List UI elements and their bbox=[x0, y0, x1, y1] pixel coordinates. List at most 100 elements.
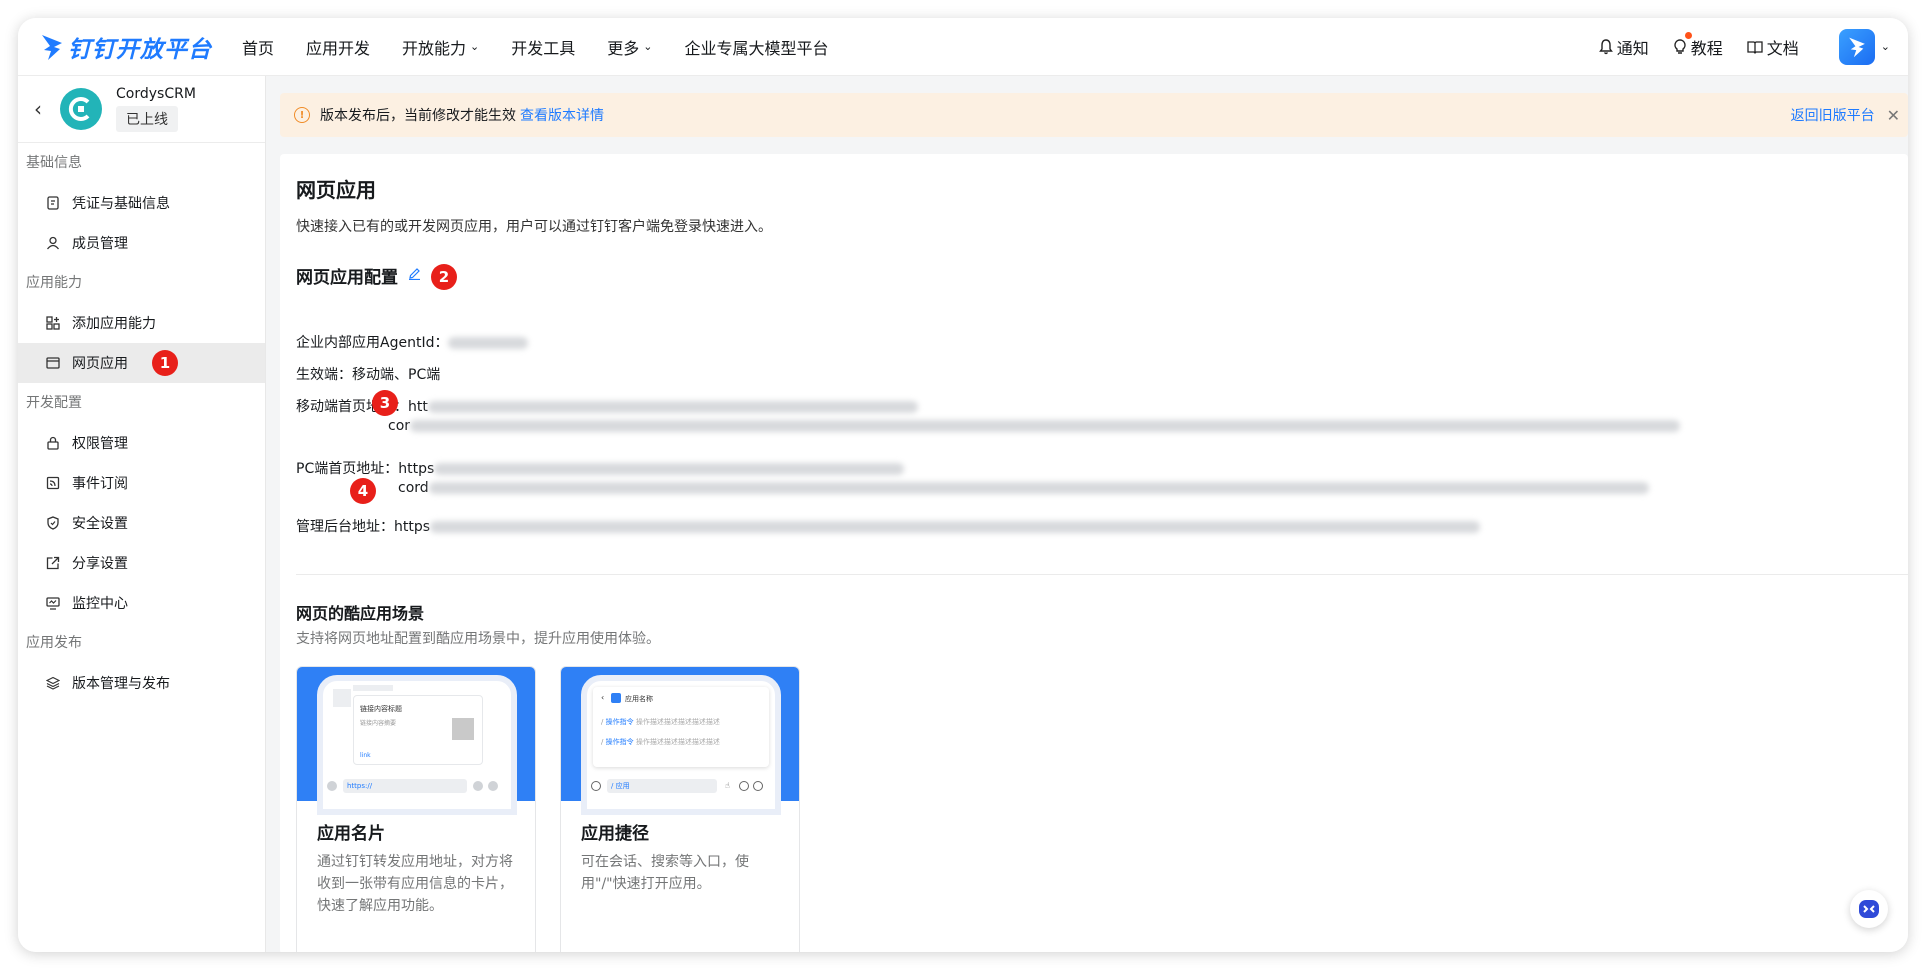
config-title-text: 网页应用配置 bbox=[296, 267, 398, 288]
admin-url-blurred bbox=[430, 521, 1481, 533]
sidebar-item-permissions[interactable]: 权限管理 bbox=[18, 423, 265, 463]
chevron-down-icon: ⌄ bbox=[643, 40, 653, 53]
sidebar-item-events[interactable]: 事件订阅 bbox=[18, 463, 265, 503]
phone-mockup: 链接内容标题 链接内容摘要 link https:// bbox=[317, 675, 517, 815]
nav-home-label: 首页 bbox=[242, 38, 275, 58]
mock-input: https:// bbox=[343, 779, 467, 793]
sidebar-item-label: 网页应用 bbox=[72, 356, 128, 372]
scene-preview-app-card: 链接内容标题 链接内容摘要 link https:// bbox=[297, 667, 535, 815]
mock-name bbox=[353, 685, 393, 691]
chevron-down-icon: ⌄ bbox=[470, 40, 480, 53]
mobile-url-row-2: cor bbox=[388, 418, 1681, 434]
sidebar: ‹ CordysCRM 已上线 基础信息 凭证与基础信息 成员管理 应用能力 添… bbox=[18, 76, 266, 952]
main-nav: 首页 应用开发 开放能力 ⌄ 开发工具 更多 ⌄ 企业专属大模型平台 bbox=[242, 35, 861, 59]
sidebar-item-label: 添加应用能力 bbox=[72, 316, 156, 332]
nav-app-dev[interactable]: 应用开发 bbox=[306, 35, 370, 59]
config-section-title: 网页应用配置 2 bbox=[296, 262, 457, 290]
nav-dev-tools[interactable]: 开发工具 bbox=[511, 35, 575, 59]
release-notice-bar: ! 版本发布后，当前修改才能生效 查看版本详情 返回旧版平台 ✕ bbox=[280, 93, 1908, 137]
dingtalk-logo[interactable]: 钉钉开放平台 bbox=[40, 30, 212, 64]
sidebar-item-members[interactable]: 成员管理 bbox=[18, 223, 265, 263]
scene-title-app-shortcut: 应用捷径 bbox=[581, 824, 649, 844]
event-subscribe-icon bbox=[46, 476, 60, 490]
bell-icon bbox=[1598, 38, 1613, 54]
sidebar-item-label: 版本管理与发布 bbox=[72, 676, 170, 692]
nav-more[interactable]: 更多 ⌄ bbox=[607, 35, 652, 59]
sidebar-item-web-app[interactable]: 网页应用 1 bbox=[18, 343, 265, 383]
sidebar-item-label: 凭证与基础信息 bbox=[72, 196, 170, 212]
sidebar-item-version[interactable]: 版本管理与发布 bbox=[18, 663, 265, 703]
platform-row: 生效端：移动端、PC端 bbox=[296, 367, 441, 383]
sidebar-item-label: 成员管理 bbox=[72, 236, 128, 252]
nav-enterprise-llm[interactable]: 企业专属大模型平台 bbox=[685, 35, 829, 59]
page-title: 网页应用 bbox=[296, 178, 376, 202]
edit-pencil-icon[interactable] bbox=[408, 267, 421, 284]
sidebar-item-security[interactable]: 安全设置 bbox=[18, 503, 265, 543]
mock-command-row-1: / 操作指令 操作描述描述描述描述描述 bbox=[601, 718, 720, 726]
agentid-value-blurred bbox=[448, 337, 529, 349]
annotation-badge-2: 2 bbox=[431, 264, 457, 290]
notify-button[interactable]: 通知 bbox=[1598, 35, 1649, 59]
mock-card-thumb bbox=[452, 718, 474, 740]
mobile-url-prefix: htt bbox=[408, 399, 428, 415]
admin-url-prefix: https bbox=[394, 519, 431, 535]
apps-plus-icon bbox=[46, 316, 60, 330]
tutorial-button[interactable]: 教程 bbox=[1673, 31, 1723, 59]
group-label-dev-config: 开发配置 bbox=[26, 395, 82, 411]
back-to-old-platform-link[interactable]: 返回旧版平台 bbox=[1791, 105, 1875, 125]
user-icon bbox=[46, 236, 60, 250]
nav-open-ability-label: 开放能力 bbox=[402, 38, 467, 58]
unread-dot bbox=[1684, 31, 1692, 39]
mock-card-title: 链接内容标题 bbox=[360, 705, 402, 713]
docs-button[interactable]: 文档 bbox=[1747, 35, 1799, 59]
nav-home[interactable]: 首页 bbox=[242, 35, 274, 59]
agentid-row: 企业内部应用AgentId： bbox=[296, 332, 529, 352]
sidebar-item-label: 事件订阅 bbox=[72, 476, 128, 492]
book-icon bbox=[1747, 40, 1763, 54]
nav-open-ability[interactable]: 开放能力 ⌄ bbox=[402, 35, 479, 59]
assistant-float-button[interactable] bbox=[1850, 890, 1888, 928]
scene-card-app-shortcut[interactable]: ‹ 应用名称 / 操作指令 操作描述描述描述描述描述 / 操作指令 操作描述描述… bbox=[560, 666, 800, 952]
pc-url-blurred-2 bbox=[428, 482, 1649, 494]
admin-url-row: 管理后台地址：https bbox=[296, 516, 1481, 536]
main-content: ! 版本发布后，当前修改才能生效 查看版本详情 返回旧版平台 ✕ 网页应用 快速… bbox=[266, 76, 1908, 952]
sidebar-item-label: 监控中心 bbox=[72, 596, 128, 612]
nav-more-label: 更多 bbox=[607, 38, 640, 58]
phone-mockup: ‹ 应用名称 / 操作指令 操作描述描述描述描述描述 / 操作指令 操作描述描述… bbox=[581, 675, 781, 815]
assistant-icon bbox=[1859, 900, 1879, 918]
mobile-url-blurred-2 bbox=[410, 420, 1681, 432]
group-label-release: 应用发布 bbox=[26, 635, 82, 651]
notice-text: 版本发布后，当前修改才能生效 bbox=[320, 108, 516, 124]
nav-dev-tools-label: 开发工具 bbox=[511, 38, 576, 58]
close-icon[interactable]: ✕ bbox=[1887, 106, 1900, 125]
sidebar-item-add-capability[interactable]: 添加应用能力 bbox=[18, 303, 265, 343]
app-window: 钉钉开放平台 首页 应用开发 开放能力 ⌄ 开发工具 更多 ⌄ 企业专属大模型平台 … bbox=[18, 18, 1908, 952]
agentid-label: 企业内部应用AgentId： bbox=[296, 335, 449, 351]
page-description: 快速接入已有的或开发网页应用，用户可以通过钉钉客户端免登录快速进入。 bbox=[296, 219, 772, 235]
mock-app-icon bbox=[611, 693, 621, 703]
view-version-link[interactable]: 查看版本详情 bbox=[520, 105, 604, 125]
pc-url-prefix-2: cord bbox=[398, 480, 429, 496]
sidebar-item-credentials[interactable]: 凭证与基础信息 bbox=[18, 183, 265, 223]
admin-url-label: 管理后台地址： bbox=[296, 519, 394, 535]
nav-enterprise-llm-label: 企业专属大模型平台 bbox=[684, 38, 829, 58]
warning-icon: ! bbox=[294, 107, 310, 123]
lightbulb-icon bbox=[1674, 38, 1686, 54]
sidebar-item-share[interactable]: 分享设置 bbox=[18, 543, 265, 583]
pc-url-row-2: cord bbox=[398, 480, 1649, 496]
notify-label: 通知 bbox=[1616, 38, 1649, 58]
scene-card-app-card[interactable]: 链接内容标题 链接内容摘要 link https:// 应用名片 通过钉钉转发应… bbox=[296, 666, 536, 952]
sidebar-item-monitor[interactable]: 监控中心 bbox=[18, 583, 265, 623]
brand-name: 钉钉开放平台 bbox=[68, 36, 212, 63]
pc-url-label: PC端首页地址： bbox=[296, 461, 399, 477]
mock-plus-icon bbox=[488, 781, 498, 791]
docs-label: 文档 bbox=[1766, 38, 1799, 58]
back-arrow-icon[interactable]: ‹ bbox=[26, 97, 50, 121]
chevron-down-icon[interactable]: ⌄ bbox=[1881, 40, 1890, 53]
app-header: ‹ CordysCRM 已上线 bbox=[18, 76, 265, 143]
monitor-icon bbox=[46, 596, 60, 610]
web-app-card: 网页应用 快速接入已有的或开发网页应用，用户可以通过钉钉客户端免登录快速进入。 … bbox=[280, 154, 1908, 952]
user-avatar[interactable] bbox=[1838, 28, 1875, 65]
mobile-url-prefix-2: cor bbox=[388, 418, 411, 434]
mock-app-name: 应用名称 bbox=[625, 695, 653, 703]
